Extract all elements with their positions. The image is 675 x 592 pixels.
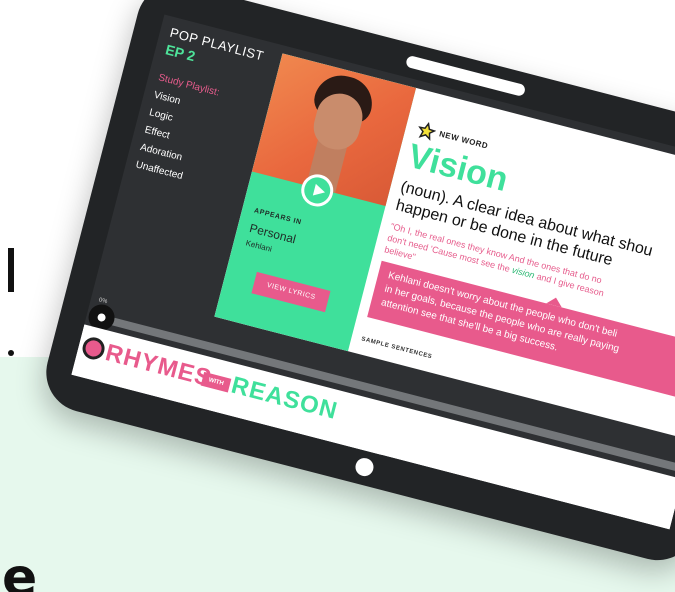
background-bar-mark <box>8 248 14 292</box>
background-dot-mark <box>8 350 14 356</box>
vinyl-center <box>96 312 107 323</box>
sample-sentences-label: SAMPLE SENTENCES <box>360 336 433 361</box>
play-icon <box>312 183 327 199</box>
logo-record-icon <box>80 335 107 362</box>
background-letter-mark: e <box>2 548 38 592</box>
canvas: e POP PLAYLIST EP 2 Study Playlist: Visi… <box>0 0 675 592</box>
artist-photo <box>251 53 417 207</box>
word-detail: NEW WORD Vision (noun). A clear idea abo… <box>358 90 675 440</box>
home-button[interactable] <box>353 456 376 479</box>
view-lyrics-button[interactable]: VIEW LYRICS <box>251 271 331 313</box>
artist-name: Kehlani <box>244 238 273 254</box>
